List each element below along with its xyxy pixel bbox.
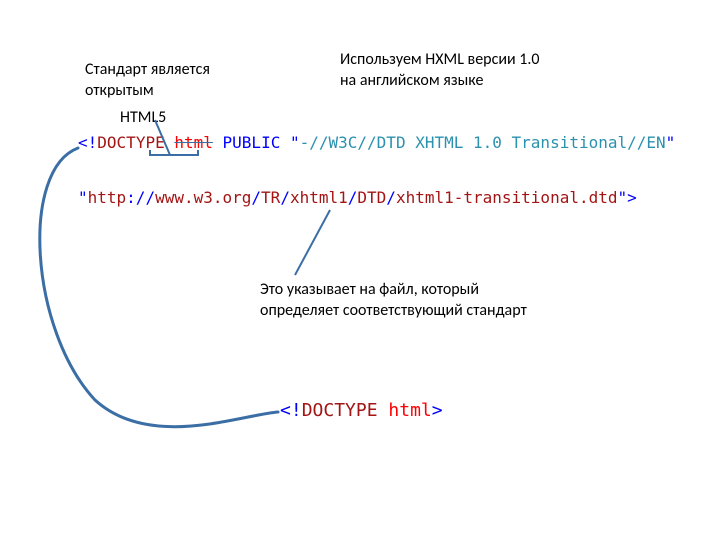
tok xyxy=(213,133,223,152)
annotation-hxml-version: Используем HXML версии 1.0 на английском… xyxy=(340,50,540,92)
tok: / xyxy=(280,188,290,207)
tok: TR xyxy=(261,188,280,207)
annotation-file-note: Это указывает на файл, который определяе… xyxy=(260,280,527,322)
text-line: Это указывает на файл, который xyxy=(260,280,479,299)
tok: www.w3.org xyxy=(155,188,251,207)
tok: :// xyxy=(126,188,155,207)
annotation-standard-open: Стандарт является открытым xyxy=(85,60,210,102)
tok: " xyxy=(618,188,628,207)
tok: xhtml1 xyxy=(290,188,348,207)
text-line: открытым xyxy=(85,81,154,100)
tok: > xyxy=(432,400,443,421)
text-line: на английском языке xyxy=(340,71,483,90)
text-line: HTML5 xyxy=(120,108,166,127)
tok: html xyxy=(174,133,213,152)
tok: DOCTYPE xyxy=(302,400,378,421)
text-line: Стандарт является xyxy=(85,60,210,79)
text-line: определяет соответствующий стандарт xyxy=(260,301,527,320)
tok: / xyxy=(386,188,396,207)
tok xyxy=(378,400,389,421)
tok: / xyxy=(251,188,261,207)
tok xyxy=(280,133,290,152)
tok: " xyxy=(78,188,88,207)
tok: > xyxy=(627,188,637,207)
tok: html xyxy=(388,400,431,421)
code-line-doctype-html5: <!DOCTYPE html> xyxy=(280,400,443,421)
tok: DOCTYPE xyxy=(97,133,164,152)
tok: -//W3C//DTD XHTML 1.0 Transitional//EN xyxy=(300,133,666,152)
code-line-doctype-xhtml: <!DOCTYPE html PUBLIC "-//W3C//DTD XHTML… xyxy=(78,133,675,152)
tok: ! xyxy=(88,133,98,152)
code-line-dtd-url: "http://www.w3.org/TR/xhtml1/DTD/xhtml1-… xyxy=(78,188,637,207)
tok: DTD xyxy=(357,188,386,207)
text-line: Используем HXML версии 1.0 xyxy=(340,50,540,69)
tok: / xyxy=(348,188,358,207)
tok: ! xyxy=(291,400,302,421)
tok: " xyxy=(290,133,300,152)
tok: < xyxy=(280,400,291,421)
tok xyxy=(165,133,175,152)
tok: " xyxy=(666,133,676,152)
annotation-html5: HTML5 xyxy=(120,108,166,129)
tok: < xyxy=(78,133,88,152)
tok: http xyxy=(88,188,127,207)
tok: xhtml1-transitional.dtd xyxy=(396,188,618,207)
tok: PUBLIC xyxy=(223,133,281,152)
